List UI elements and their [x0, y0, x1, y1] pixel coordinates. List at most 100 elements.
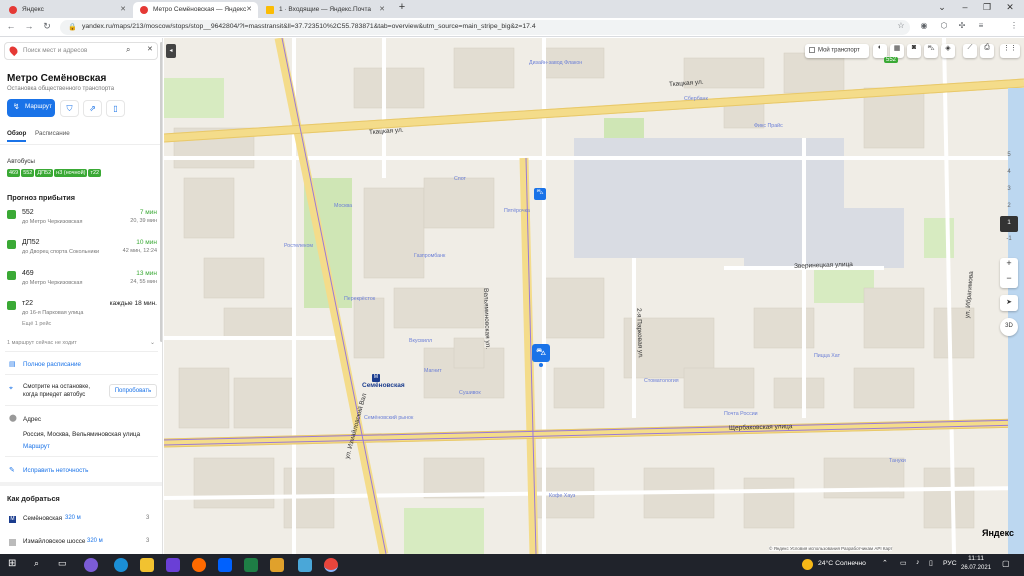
minimize-icon[interactable]: –: [955, 2, 975, 12]
share-button[interactable]: ⇗: [83, 100, 102, 117]
layers-button[interactable]: ◈: [941, 44, 955, 58]
3d-button[interactable]: 3D: [1000, 318, 1018, 336]
alice-icon[interactable]: [84, 558, 98, 572]
floor-level[interactable]: 3: [1002, 186, 1016, 192]
teams-icon[interactable]: [166, 558, 180, 572]
excel-icon[interactable]: [244, 558, 258, 572]
arrival-row[interactable]: ДП52 до Дворец спорта Сокольники 10 мин …: [0, 236, 162, 265]
poi-label[interactable]: Ростелеком: [284, 243, 313, 249]
panorama-layer-button[interactable]: ▦: [890, 44, 904, 58]
browser-tab-yandex[interactable]: Яндекс ✕: [2, 2, 132, 18]
print-button[interactable]: ⎙: [980, 44, 994, 58]
weather-text[interactable]: 24°C Солнечно: [818, 560, 866, 567]
zoom-in-button[interactable]: +: [1000, 258, 1018, 273]
more-trip-link[interactable]: Ещё 1 рейс: [22, 321, 51, 327]
extension-icon[interactable]: ⬡: [938, 21, 950, 30]
battery-icon[interactable]: ▯: [929, 559, 933, 567]
bus-route-badge[interactable]: 552: [884, 57, 899, 63]
photo-layer-button[interactable]: ◙: [907, 44, 921, 58]
chevron-down-icon[interactable]: ⌄: [150, 339, 155, 346]
chrome-icon[interactable]: [324, 558, 338, 572]
my-transport-toggle[interactable]: Мой транспорт: [805, 44, 869, 58]
clock-time[interactable]: 11:11: [968, 555, 984, 562]
poi-label[interactable]: Сбербанк: [684, 96, 708, 102]
arrival-row[interactable]: 552 до Метро Черкизовская 7 мин 20, 39 м…: [0, 206, 162, 235]
bus-badge[interactable]: т22: [88, 169, 102, 177]
poi-label[interactable]: Газпромбанк: [414, 253, 445, 259]
new-tab-icon[interactable]: +: [392, 1, 412, 13]
bus-stop-icon[interactable]: ⛍: [534, 188, 546, 200]
close-tab-icon[interactable]: ✕: [379, 5, 385, 13]
bookmark-star-icon[interactable]: ☆: [895, 21, 907, 30]
floor-level[interactable]: 2: [1002, 203, 1016, 209]
browser-menu-icon[interactable]: ⋮: [1008, 21, 1020, 30]
maximize-icon[interactable]: ❐: [977, 2, 997, 13]
route-button[interactable]: ↯ Маршрут: [7, 99, 55, 117]
language-indicator[interactable]: РУС: [943, 560, 957, 567]
floor-level[interactable]: 5: [1002, 152, 1016, 158]
url-field[interactable]: 🔒 yandex.ru/maps/213/moscow/stops/stop__…: [60, 20, 910, 35]
poi-label[interactable]: Почта России: [724, 411, 758, 417]
windows-start-icon[interactable]: ⊞: [8, 558, 16, 569]
close-tab-icon[interactable]: ✕: [246, 5, 252, 13]
full-schedule-link[interactable]: Полное расписание: [23, 361, 81, 368]
forward-icon[interactable]: →: [22, 21, 36, 31]
tray-chevron-icon[interactable]: ⌃: [882, 559, 888, 567]
close-tab-icon[interactable]: ✕: [120, 5, 126, 13]
poi-label[interactable]: Вкусвилл: [409, 338, 432, 344]
ruler-button[interactable]: ⟋: [963, 44, 977, 58]
poi-label[interactable]: Пицца Хат: [814, 353, 840, 359]
poi-label[interactable]: Стоматология: [644, 378, 679, 384]
search-icon[interactable]: ⌕: [34, 558, 39, 569]
selected-stop-marker[interactable]: ⛍: [532, 344, 550, 362]
geolocation-button[interactable]: ➤: [1000, 295, 1018, 311]
sidebar-scrollbar[interactable]: [160, 42, 162, 342]
tab-search-icon[interactable]: ⌄: [932, 2, 952, 13]
map-canvas[interactable]: Ткацкая ул. Ткацкая ул. Щербаковская ули…: [164, 38, 1024, 554]
metro-map-label[interactable]: Семёновская: [362, 382, 405, 389]
poi-label[interactable]: Москва: [334, 203, 352, 209]
paint-icon[interactable]: [270, 558, 284, 572]
poi-label[interactable]: Магнит: [424, 368, 442, 374]
user-menu-button[interactable]: ⋮⋮: [1000, 44, 1020, 58]
tab-schedule[interactable]: Расписание: [35, 130, 70, 137]
firefox-icon[interactable]: [192, 558, 206, 572]
send-to-phone-button[interactable]: ▯: [106, 100, 125, 117]
zoom-out-button[interactable]: −: [1000, 273, 1018, 288]
file-explorer-icon[interactable]: [140, 558, 154, 572]
transport-layer-button[interactable]: ⛍: [924, 44, 938, 58]
floor-level[interactable]: -1: [1002, 236, 1016, 242]
browser-tab-maps[interactable]: Метро Семёновская — Яндекс ✕: [133, 2, 258, 18]
traffic-layer-button[interactable]: ◐: [873, 44, 887, 58]
metro-station-row[interactable]: М Семёновская 320 м 3: [7, 514, 160, 528]
poi-label[interactable]: Спот: [454, 176, 466, 182]
extensions-puzzle-icon[interactable]: ✣: [956, 21, 968, 30]
poi-label[interactable]: Кофе Хауз: [549, 493, 575, 499]
address-route-link[interactable]: Маршрут: [23, 443, 50, 450]
poi-label[interactable]: Тануки: [889, 458, 906, 464]
close-icon[interactable]: ✕: [147, 45, 153, 53]
bus-badge[interactable]: ДП52: [35, 169, 54, 177]
poi-label[interactable]: Сушивок: [459, 390, 481, 396]
bus-badge[interactable]: 552: [21, 169, 35, 177]
edge-icon[interactable]: [114, 558, 128, 572]
bus-badge[interactable]: н3 (ночной): [54, 169, 88, 177]
try-button[interactable]: Попробовать: [109, 384, 157, 398]
close-window-icon[interactable]: ✕: [1000, 2, 1020, 13]
dropbox-icon[interactable]: [218, 558, 232, 572]
reading-list-icon[interactable]: ≡: [975, 21, 987, 30]
browser-tab-mail[interactable]: 1 · Входящие — Яндекс.Почта ✕: [259, 2, 391, 18]
floor-level[interactable]: 4: [1002, 169, 1016, 175]
fix-inaccuracy-link[interactable]: Исправить неточность: [23, 467, 88, 474]
bookmark-button[interactable]: ⛉: [60, 100, 79, 117]
poi-label[interactable]: Пятёрочка: [504, 208, 530, 214]
back-icon[interactable]: ←: [4, 21, 18, 31]
checkbox-icon[interactable]: [809, 47, 815, 53]
route-not-running[interactable]: 1 маршрут сейчас не ходит: [7, 340, 77, 346]
notifications-icon[interactable]: ▢: [1002, 559, 1010, 568]
map-copyright[interactable]: © Яндекс Условия использования Разработч…: [769, 546, 893, 551]
search-input[interactable]: Поиск мест и адресов ⌕ ✕: [4, 42, 158, 60]
extension-icon[interactable]: ◉: [918, 21, 930, 30]
volume-icon[interactable]: ♪: [916, 559, 920, 566]
clock-date[interactable]: 26.07.2021: [961, 565, 991, 571]
